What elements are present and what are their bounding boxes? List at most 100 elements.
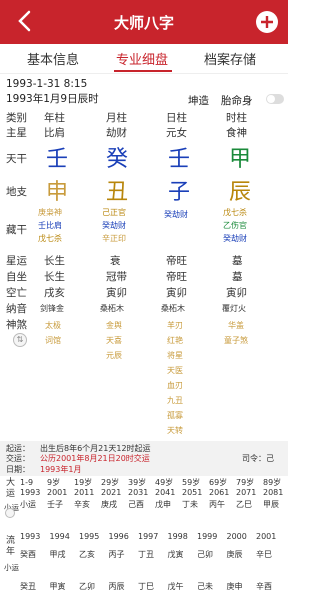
main-star-year: 比肩 [44,127,65,139]
star-luck-day: 帝旺 [166,255,187,267]
shensha-day-6: 九丑 [167,396,183,405]
dayun-age: 49岁 [155,478,174,487]
liunian-pillar[interactable]: 乙亥 [79,550,95,559]
liunian-pillar[interactable]: 庚辰 [227,550,243,559]
column-hour: 时柱 [226,112,247,124]
liunian-row2[interactable]: 丙辰 [109,582,125,591]
dayun-age: 9岁 [47,478,61,487]
branch-day: 子 [168,180,191,205]
hidden-hour-2: 乙伤官 [223,221,247,230]
shensha-day-7: 孤寡 [167,411,183,420]
branch-month: 丑 [106,180,129,205]
liunian-year[interactable]: 1994 [50,532,70,541]
hidden-year-2: 壬比肩 [38,221,62,230]
refresh-icon[interactable]: ⇅ [13,333,27,347]
dayun-pillar: 甲辰 [263,500,279,509]
liunian-pillar[interactable]: 甲戌 [50,550,66,559]
self-seat-hour: 墓 [232,271,243,283]
jiaoyun-value: 公历2001年8月21日20时交运 [40,454,150,463]
tab-archive[interactable]: 档案存储 [204,49,256,68]
liunian-year[interactable]: 2001 [256,532,276,541]
self-seat-day: 帝旺 [166,271,187,283]
star-luck-hour: 墓 [232,255,243,267]
lunar-date: 1993年1月9日辰时 [6,93,99,105]
shensha-year-2: 词馆 [45,336,61,345]
self-seat-year: 长生 [44,271,65,283]
dayun-pillar: 壬子 [47,500,63,509]
dayun-year: 2001 [47,488,68,497]
date-label: 日期： [6,465,30,474]
active-tab-indicator [114,70,172,72]
hidden-month-2: 癸劫财 [102,221,126,230]
void-hour: 寅卯 [226,287,247,299]
liunian-row2[interactable]: 丁巳 [138,582,154,591]
dayun-year: 2051 [182,488,203,497]
liunian-row2[interactable]: 甲寅 [50,582,66,591]
column-year: 年柱 [44,112,65,124]
liunian-row2[interactable]: 辛酉 [256,582,272,591]
liunian-pillar[interactable]: 辛巳 [256,550,272,559]
dayun-age: 89岁 [263,478,282,487]
dayun-year: 2011 [74,488,95,497]
hidden-year-1: 庚枭神 [38,208,62,217]
branch-year: 申 [46,180,69,205]
dayun-year: 2021 [101,488,122,497]
dayun-age: 59岁 [182,478,201,487]
dayun-pillar: 戊申 [155,500,171,509]
liunian-row2[interactable]: 戊午 [168,582,184,591]
liunian-pillar[interactable]: 戊寅 [168,550,184,559]
main-star-day: 元女 [166,127,187,139]
liunian-xiao-label: 小运 [4,563,19,572]
tab-basic-info[interactable]: 基本信息 [27,49,79,68]
dayun-year: 2061 [209,488,230,497]
liunian-year[interactable]: 1995 [79,532,99,541]
gender-label: 坤造 [188,95,209,107]
liunian-year[interactable]: 1993 [20,532,40,541]
liunian-row2[interactable]: 癸丑 [20,582,36,591]
dayun-age: 19岁 [74,478,93,487]
siling: 司令：己 [242,454,274,463]
dayun-age: 1-9 [20,478,34,487]
star-luck-month: 衰 [110,255,121,267]
page-title: 大师八字 [113,14,174,32]
dayun-age: 79岁 [236,478,255,487]
hidden-hour-1: 戊七杀 [223,208,247,217]
dayun-year: 2081 [263,488,284,497]
stem-day: 壬 [168,147,191,172]
shensha-year-1: 太极 [45,321,61,330]
liunian-row2[interactable]: 己未 [197,582,213,591]
liunian-year[interactable]: 1996 [109,532,129,541]
jiaoyun-label: 交运： [6,454,30,463]
shensha-day-1: 羊刃 [167,321,183,330]
liunian-pillar[interactable]: 癸酉 [20,550,36,559]
liunian-row2[interactable]: 庚申 [227,582,243,591]
liunian-year[interactable]: 1997 [138,532,158,541]
dayun-age: 69岁 [209,478,228,487]
liunian-pillar[interactable]: 己卯 [197,550,213,559]
nayin-hour: 覆灯火 [222,304,246,313]
tab-professional-chart[interactable]: 专业细盘 [116,49,168,68]
shensha-day-8: 天转 [167,426,183,435]
liunian-row2[interactable]: 乙卯 [79,582,95,591]
hidden-year-3: 戊七杀 [38,234,62,243]
liunian-year[interactable]: 1999 [197,532,217,541]
nayin-label: 纳音 [6,303,27,315]
dayun-radio[interactable] [5,508,15,518]
void-day: 寅卯 [166,287,187,299]
plus-circle-icon[interactable] [256,11,278,33]
dayun-pillar: 辛亥 [74,500,90,509]
hidden-label: 藏干 [6,224,27,236]
liunian-year[interactable]: 2000 [227,532,247,541]
fetal-toggle[interactable] [266,94,284,104]
branch-label: 地支 [6,186,27,198]
void-label: 空亡 [6,287,27,299]
dayun-pillar: 小运 [20,500,36,509]
liunian-pillar[interactable]: 丁丑 [138,550,154,559]
shensha-month-2: 天喜 [106,336,122,345]
self-seat-label: 自坐 [6,271,27,283]
liunian-side-label: 流年 [6,536,16,557]
liunian-pillar[interactable]: 丙子 [109,550,125,559]
dayun-age: 39岁 [128,478,147,487]
shensha-day-3: 将星 [167,351,183,360]
liunian-year[interactable]: 1998 [168,532,188,541]
